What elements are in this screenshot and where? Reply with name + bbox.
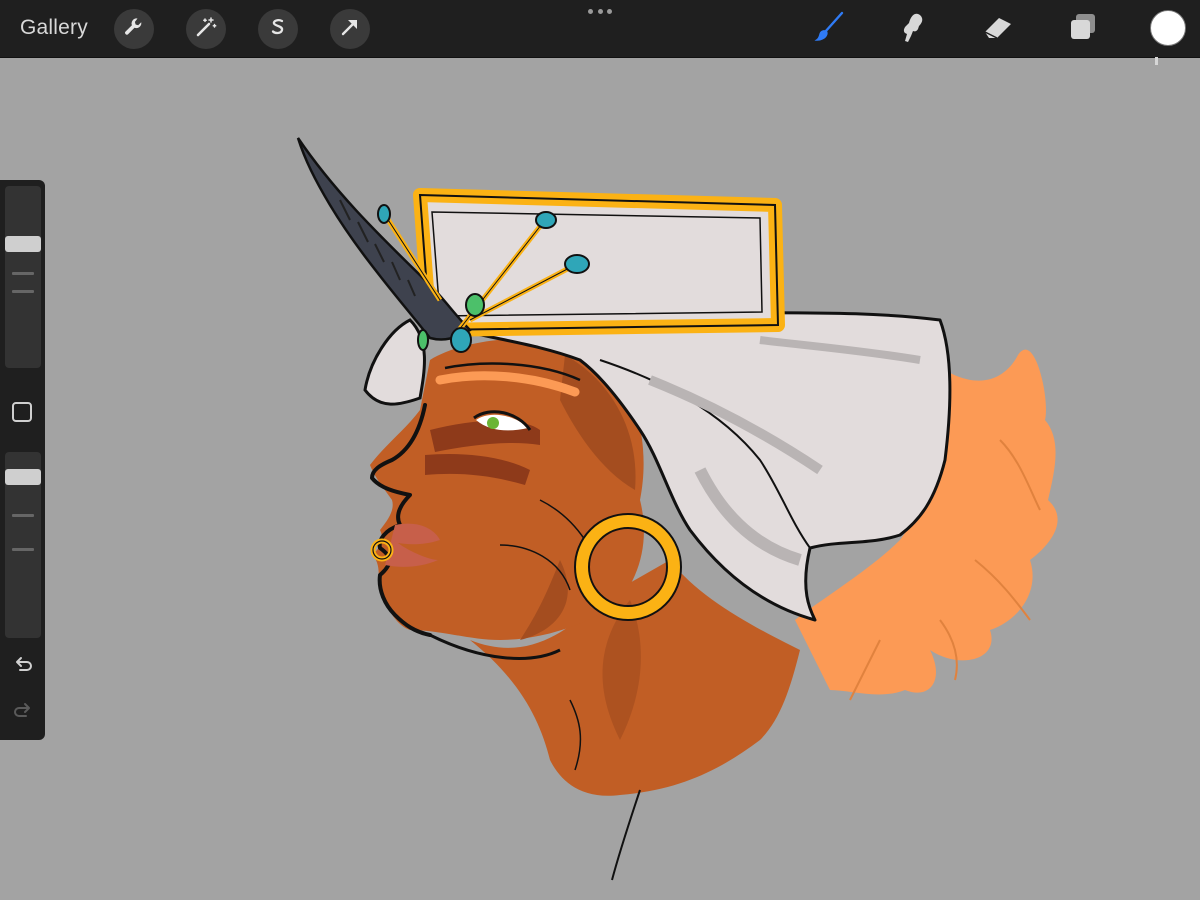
wrench-icon <box>122 15 146 44</box>
brush-tool-button[interactable] <box>808 9 848 49</box>
smudge-icon <box>896 10 930 49</box>
grab-handle[interactable] <box>588 7 612 15</box>
smudge-tool-button[interactable] <box>893 9 933 49</box>
selection-button[interactable] <box>258 9 298 49</box>
layers-icon <box>1066 10 1100 49</box>
brush-icon <box>811 10 845 49</box>
canvas-artwork[interactable] <box>0 57 1200 900</box>
layers-button[interactable] <box>1063 9 1103 49</box>
selection-icon <box>266 15 290 44</box>
eraser-icon <box>981 10 1015 49</box>
actions-button[interactable] <box>114 9 154 49</box>
magic-wand-icon <box>194 15 218 44</box>
adjustments-button[interactable] <box>186 9 226 49</box>
color-picker-button[interactable] <box>1150 10 1186 46</box>
gallery-button[interactable]: Gallery <box>20 16 88 40</box>
headwrap-left <box>363 318 426 406</box>
top-toolbar: Gallery <box>0 0 1200 58</box>
transform-button[interactable] <box>330 9 370 49</box>
eraser-tool-button[interactable] <box>978 9 1018 49</box>
transform-arrow-icon <box>338 15 362 44</box>
